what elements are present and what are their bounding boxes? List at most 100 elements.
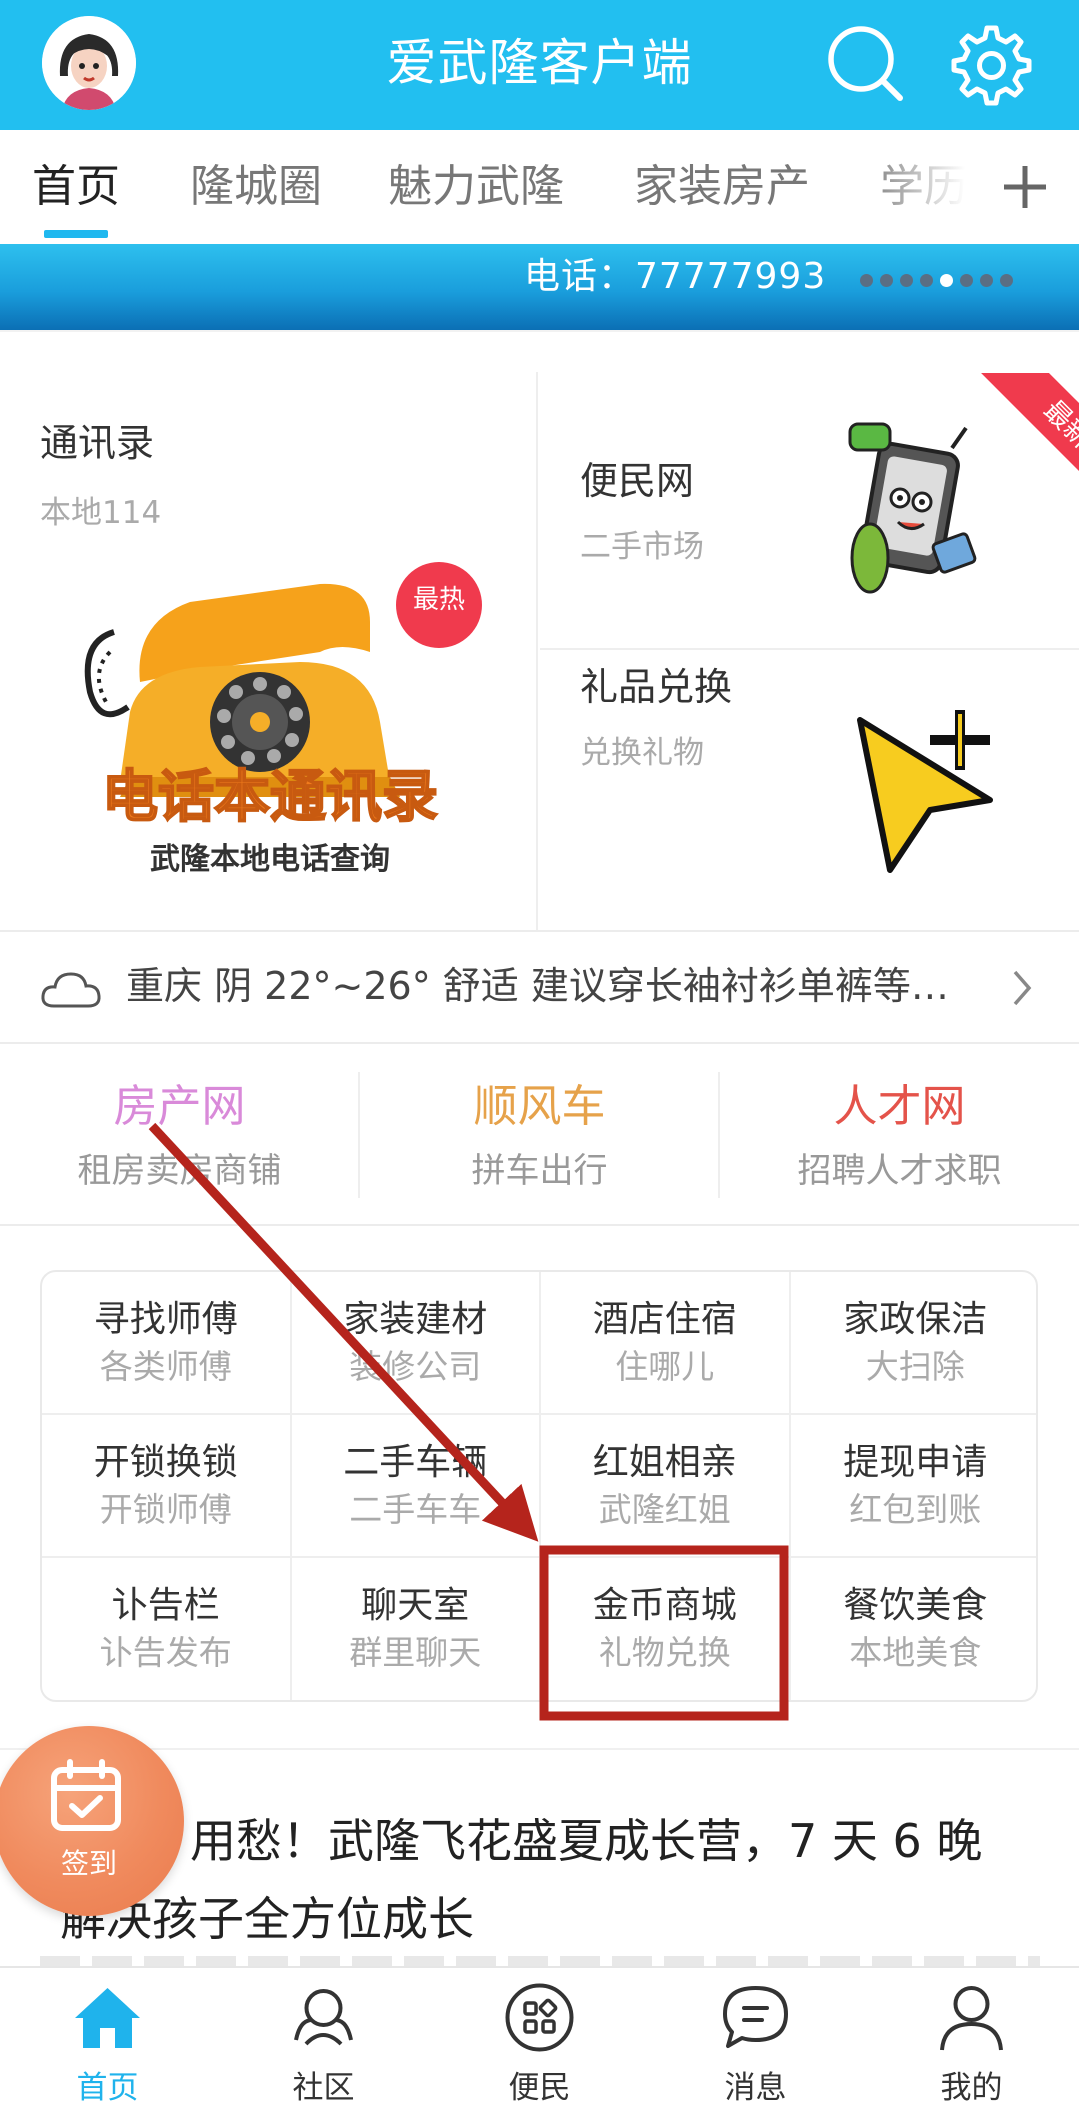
service-carpool-title: 顺风车 [473, 1081, 606, 1132]
contacts-title: 通讯录 [40, 421, 155, 465]
chevron-right-icon [1013, 970, 1032, 1006]
service-jobs-subtitle: 招聘人才求职 [797, 1151, 1002, 1191]
nav-messages-label: 消息 [724, 2070, 787, 2106]
sign-in-button[interactable]: 签到 [0, 1726, 184, 1916]
grid-item-obituary[interactable]: 讣告栏 讣告发布 [42, 1558, 292, 1700]
service-realty[interactable]: 房产网 租房卖房商铺 [0, 1044, 359, 1224]
article-title-line1: 用愁！武隆飞花盛夏成长营，7 天 6 晚 [190, 1814, 983, 1868]
plus-icon [1004, 166, 1046, 208]
convenience-title: 便民网 [580, 459, 695, 503]
grid-item-title: 寻找师傅 [93, 1299, 238, 1340]
cursor-plus-icon [857, 710, 993, 873]
search-button[interactable] [820, 18, 910, 108]
grid-item-title: 酒店住宿 [592, 1299, 737, 1340]
weather-bar[interactable]: 重庆 阴 22°~26° 舒适 建议穿长袖衬衫单裤等服装 [0, 932, 1079, 1042]
grid-item-subtitle: 本地美食 [849, 1633, 982, 1672]
home-icon [75, 1988, 140, 2048]
grid-item-building-materials[interactable]: 家装建材 装修公司 [291, 1272, 541, 1415]
grid-item-subtitle: 各类师傅 [99, 1347, 232, 1386]
pagination-dot [980, 274, 993, 287]
grid-item-hotel[interactable]: 酒店住宿 住哪儿 [541, 1272, 791, 1415]
banner-phone-text: 电话：77777993 [524, 256, 827, 297]
grid-item-housekeeping[interactable]: 家政保洁 大扫除 [790, 1272, 1036, 1415]
contacts-card[interactable]: 通讯录 本地114 最热 电话本通讯录 武隆本地电话查询 [0, 372, 538, 930]
service-realty-title: 房产网 [113, 1081, 246, 1132]
contacts-subtitle: 本地114 [40, 495, 162, 531]
tab-home-decor-realty[interactable]: 家装房产 [634, 158, 810, 216]
grid-item-used-cars[interactable]: 二手车辆 二手车车 [291, 1415, 541, 1558]
gear-icon [951, 25, 1032, 106]
divider [0, 330, 1079, 332]
nav-profile[interactable]: 我的 [864, 1968, 1079, 2121]
grid-item-subtitle: 二手车车 [349, 1490, 482, 1529]
search-icon [828, 26, 903, 101]
settings-button[interactable] [944, 18, 1034, 108]
tab-charm-wulong[interactable]: 魅力武隆 [388, 158, 564, 216]
pagination-dot [920, 274, 933, 287]
app-screen: 爱武隆客户端 首页 隆城圈 魅力武隆 家装房产 学历 [0, 0, 1079, 2121]
cloud-icon [41, 972, 101, 1008]
grid-item-chatroom[interactable]: 聊天室 群里聊天 [292, 1558, 541, 1700]
contacts-image-caption: 武隆本地电话查询 [150, 842, 390, 877]
nav-home[interactable]: 首页 [0, 1968, 215, 2121]
nav-community[interactable]: 社区 [216, 1968, 431, 2121]
app-header: 爱武隆客户端 [0, 0, 1079, 130]
service-realty-subtitle: 租房卖房商铺 [77, 1151, 282, 1191]
service-jobs[interactable]: 人才网 招聘人才求职 [720, 1044, 1079, 1224]
pagination-dot [1000, 274, 1013, 287]
service-grid: 寻找师傅各类师傅 家装建材 装修公司 酒店住宿 住哪儿 家政保洁大扫除 开锁换锁开锁… [40, 1270, 1038, 1702]
convenience-card[interactable]: 便民网 二手市场 最新 [540, 372, 1079, 650]
nav-community-label: 社区 [292, 2070, 355, 2106]
pagination-dot-active [940, 274, 953, 287]
grid-item-title: 开锁换锁 [93, 1442, 238, 1483]
grid-item-title: 家装建材 [343, 1299, 488, 1340]
tab-longcheng-circle[interactable]: 隆城圈 [190, 158, 322, 216]
nav-messages[interactable]: 消息 [648, 1968, 863, 2121]
grid-item-food[interactable]: 餐饮美食 本地美食 [791, 1558, 1037, 1700]
grid-item-subtitle: 礼物兑换 [598, 1633, 731, 1672]
feature-cards: 通讯录 本地114 最热 电话本通讯录 武隆本地电话查询 便民网 二手市场 最新… [0, 372, 1079, 930]
article-image-strip [40, 1956, 1040, 1966]
grid-item-title: 红姐相亲 [592, 1442, 737, 1483]
sign-in-label: 签到 [60, 1847, 117, 1880]
divider [0, 1224, 1079, 1226]
grid-item-locksmith[interactable]: 开锁换锁 开锁师傅 [42, 1415, 292, 1558]
tab-home[interactable]: 首页 [32, 158, 120, 216]
grid-item-subtitle: 大扫除 [865, 1347, 965, 1386]
banner-pagination [860, 274, 1013, 290]
gift-exchange-subtitle: 兑换礼物 [580, 735, 704, 771]
grid-item-find-worker[interactable]: 寻找师傅 各类师傅 [42, 1272, 292, 1415]
weather-text: 重庆 阴 22°~26° 舒适 建议穿长袖衬衫单裤等服装 [126, 964, 986, 1008]
community-icon [294, 1989, 353, 2046]
service-carpool[interactable]: 顺风车 拼车出行 [360, 1044, 719, 1224]
grid-item-title: 家政保洁 [843, 1299, 988, 1340]
grid-item-subtitle: 开锁师傅 [99, 1490, 232, 1529]
grid-item-title: 餐饮美食 [843, 1585, 988, 1626]
service-links: 房产网 租房卖房商铺 顺风车 拼车出行 人才网 招聘人才求职 [0, 1044, 1079, 1224]
grid-item-withdraw[interactable]: 提现申请 红包到账 [790, 1415, 1036, 1558]
pagination-dot [960, 274, 973, 287]
calendar-check-icon [51, 1759, 121, 1831]
grid-item-title: 二手车辆 [343, 1442, 488, 1483]
app-title: 爱武隆客户端 [386, 34, 693, 92]
nav-services-label: 便民 [508, 2070, 571, 2106]
grid-item-subtitle: 群里聊天 [349, 1633, 482, 1672]
message-icon [723, 1986, 788, 2048]
service-jobs-title: 人才网 [833, 1081, 966, 1132]
pagination-dot [880, 274, 893, 287]
promo-banner[interactable]: 电话：77777993 [0, 244, 1079, 330]
grid-item-title: 金币商城 [592, 1585, 737, 1626]
add-channel-button[interactable] [990, 152, 1060, 222]
grid-item-subtitle: 讣告发布 [99, 1633, 232, 1672]
gift-exchange-title: 礼品兑换 [580, 665, 733, 709]
bottom-navigation: 首页 社区 便民 消息 我的 [0, 1966, 1079, 2121]
pagination-dot [860, 274, 873, 287]
grid-item-subtitle: 红包到账 [849, 1490, 982, 1529]
grid-item-title: 提现申请 [843, 1442, 988, 1483]
hot-badge: 最热 [396, 562, 482, 648]
hot-badge-label: 最热 [412, 585, 465, 615]
nav-services[interactable]: 便民 [432, 1968, 647, 2121]
grid-item-coin-mall[interactable]: 金币商城 礼物兑换 [541, 1558, 791, 1700]
new-ribbon: 最新 [939, 373, 1079, 513]
grid-item-matchmaking[interactable]: 红姐相亲 武隆红姐 [541, 1415, 791, 1558]
